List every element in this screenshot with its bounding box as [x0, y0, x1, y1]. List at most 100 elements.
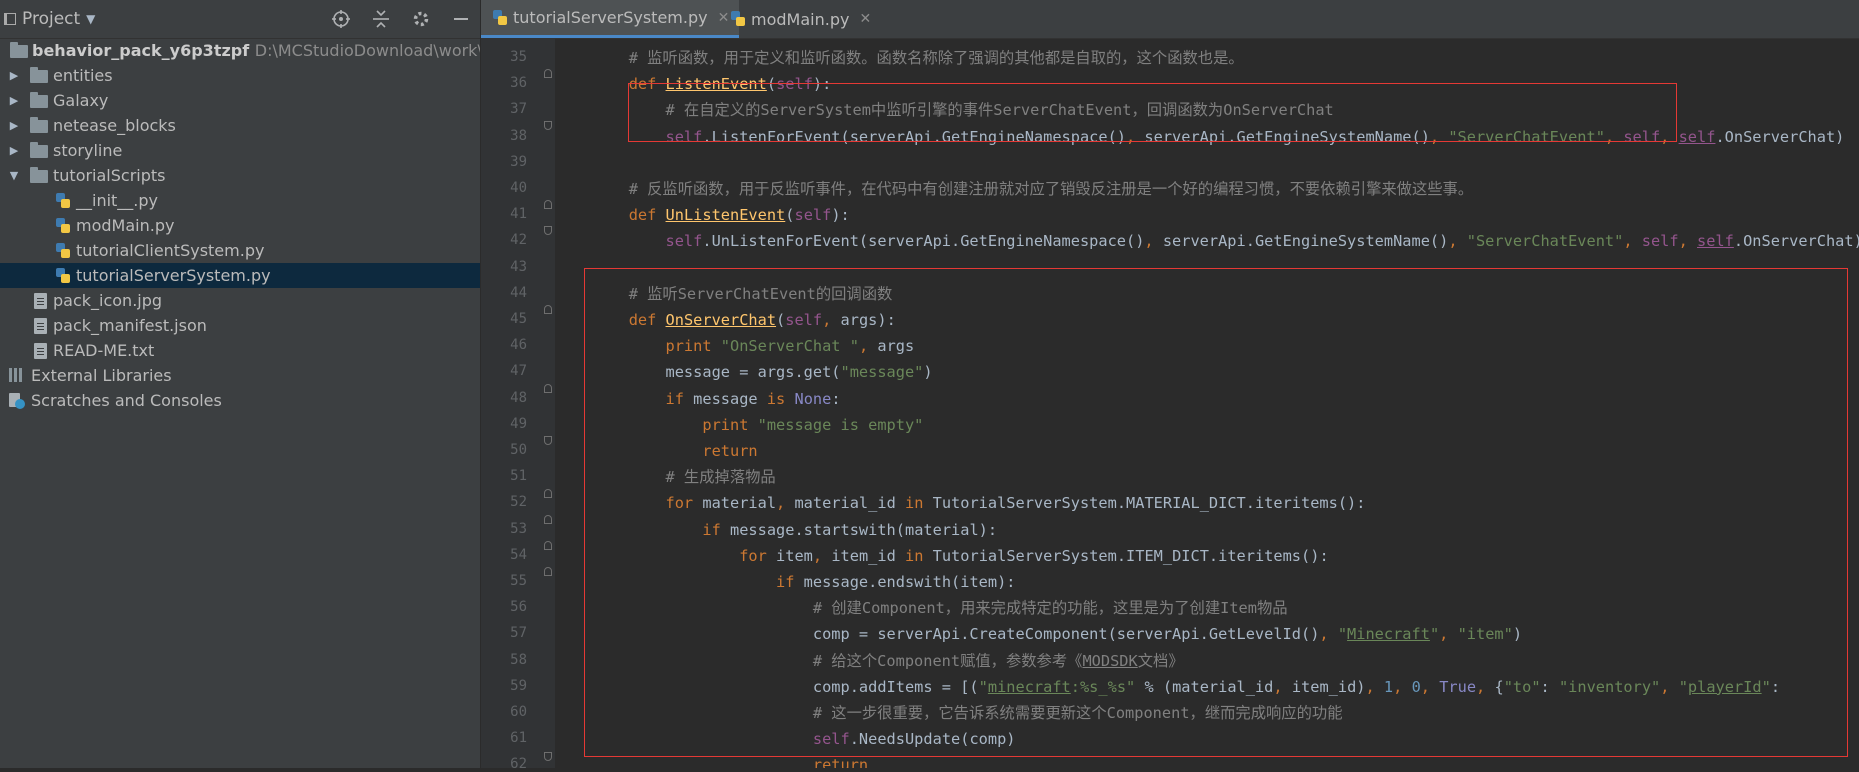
tree-item-external-libraries[interactable]: External Libraries: [0, 363, 480, 388]
tree-item-label: entities: [53, 66, 113, 85]
fold-marker-icon[interactable]: [544, 752, 552, 761]
tree-item-netease-blocks[interactable]: ▶ netease_blocks: [0, 113, 480, 138]
code-token: 1: [1383, 677, 1394, 696]
code-token: message = args.get(: [665, 363, 841, 382]
code-token: ,: [1126, 127, 1145, 146]
code-token: ": [1337, 625, 1348, 644]
tree-item-init-py[interactable]: __init__.py: [0, 188, 480, 213]
project-view-selector[interactable]: Project ▼: [4, 0, 95, 38]
code-token: "to": [1503, 677, 1541, 696]
tree-item-pack-manifest-json[interactable]: pack_manifest.json: [0, 313, 480, 338]
folder-icon: [30, 67, 48, 83]
line-number: 53: [510, 520, 527, 537]
tree-item-entities[interactable]: ▶ entities: [0, 63, 480, 88]
code-token: "message is empty": [757, 415, 924, 434]
tree-item-label: pack_manifest.json: [53, 316, 207, 335]
project-icon: [4, 13, 16, 25]
code-token: in: [904, 494, 933, 513]
chevron-right-icon[interactable]: ▶: [8, 63, 20, 88]
fold-marker-icon[interactable]: [544, 567, 552, 576]
fold-marker-icon[interactable]: [544, 436, 552, 445]
code-token: ": [1429, 625, 1440, 644]
tree-item-label: tutorialServerSystem.py: [76, 266, 271, 285]
fold-marker-icon[interactable]: [544, 200, 552, 209]
fold-marker-icon[interactable]: [544, 121, 552, 130]
tab-modmain-py[interactable]: modMain.py ✕: [719, 0, 881, 38]
line-number: 62: [510, 756, 527, 772]
code-token: self: [1678, 127, 1716, 146]
tree-item-label: behavior_pack_y6p3tzpf: [32, 41, 250, 60]
code-token: "item": [1457, 625, 1513, 644]
tree-item-behavior-pack[interactable]: behavior_pack_y6p3tzpf D:\MCStudioDownlo…: [0, 38, 480, 63]
code-token: for: [739, 546, 777, 565]
code-token: self: [1641, 232, 1679, 251]
code-token: def: [628, 311, 666, 329]
tree-item-label: pack_icon.jpg: [53, 291, 163, 310]
collapse-all-icon[interactable]: [370, 8, 392, 30]
python-file-icon: [731, 11, 745, 27]
tree-item-modmain-py[interactable]: modMain.py: [0, 213, 480, 238]
chevron-right-icon[interactable]: ▶: [8, 113, 20, 138]
tree-item-label: storyline: [53, 141, 123, 160]
close-icon[interactable]: ✕: [859, 11, 871, 27]
code-token: self: [665, 232, 703, 251]
tree-item-scratches-and-consoles[interactable]: Scratches and Consoles: [0, 388, 480, 413]
code-token: ,: [1660, 677, 1679, 696]
fold-marker-icon[interactable]: [544, 489, 552, 498]
code-token: ):: [812, 75, 832, 94]
code-token: ,: [1439, 625, 1458, 644]
code-token: ,: [812, 546, 832, 565]
fold-marker-icon[interactable]: [544, 69, 552, 78]
tree-item-storyline[interactable]: ▶ storyline: [0, 138, 480, 163]
fold-marker-icon[interactable]: [544, 541, 552, 550]
code-token: ): [923, 363, 933, 382]
code-token: ,: [1623, 232, 1642, 251]
fold-marker-icon[interactable]: [544, 226, 552, 235]
line-number: 60: [510, 704, 527, 720]
code-token: # 生成掉落物品: [665, 468, 776, 487]
tab-tutorialserversystem-py[interactable]: tutorialServerSystem.py ✕: [481, 0, 740, 38]
code-line: return: [555, 438, 757, 464]
tree-item-label: Scratches and Consoles: [31, 391, 222, 410]
minimize-icon[interactable]: [450, 8, 472, 30]
code-token: ListenEvent: [665, 75, 767, 94]
code-line: def ListenEvent(self):: [555, 71, 832, 97]
code-token: def: [628, 75, 666, 94]
fold-marker-icon[interactable]: [544, 515, 552, 524]
code-token: is: [766, 389, 795, 408]
code-token: "OnServerChat ": [720, 337, 859, 356]
code-token: TutorialServerSystem.ITEM_DICT.iteritems…: [932, 546, 1329, 565]
line-number: 50: [510, 442, 527, 458]
tree-item-pack-icon-jpg[interactable]: pack_icon.jpg: [0, 288, 480, 313]
code-token: ,: [1604, 127, 1624, 146]
code-editor[interactable]: # 监听函数，用于定义和监听函数。函数名称除了强调的其他都是自取的，这个函数也是…: [555, 38, 1859, 768]
tree-item-readme-txt[interactable]: READ-ME.txt: [0, 338, 480, 363]
tree-item-tutorialclientsystem-py[interactable]: tutorialClientSystem.py: [0, 238, 480, 263]
project-panel-header: Project ▼: [0, 0, 480, 39]
locate-file-icon[interactable]: [330, 8, 352, 30]
code-token: comp.addItems = [(: [812, 677, 979, 696]
tree-item-galaxy[interactable]: ▶ Galaxy: [0, 88, 480, 113]
fold-marker-icon[interactable]: [544, 384, 552, 393]
chevron-right-icon[interactable]: ▶: [8, 138, 20, 163]
code-token: self: [794, 206, 832, 225]
line-number: 40: [510, 180, 527, 196]
chevron-right-icon[interactable]: ▶: [8, 88, 20, 113]
tree-item-tutorialscripts[interactable]: ▼ tutorialScripts: [0, 163, 480, 188]
tree-item-label: netease_blocks: [53, 116, 176, 135]
chevron-down-icon[interactable]: ▼: [8, 163, 20, 188]
code-token: # 在自定义的ServerSystem中监听引擎的事件ServerChatEve…: [665, 101, 1334, 120]
gear-icon[interactable]: [410, 8, 432, 30]
folder-icon: [30, 167, 48, 183]
fold-marker-icon[interactable]: [544, 305, 552, 314]
code-token: "ServerChatEvent": [1466, 232, 1624, 251]
tree-item-tutorialserversystem-py[interactable]: tutorialServerSystem.py: [0, 263, 480, 288]
